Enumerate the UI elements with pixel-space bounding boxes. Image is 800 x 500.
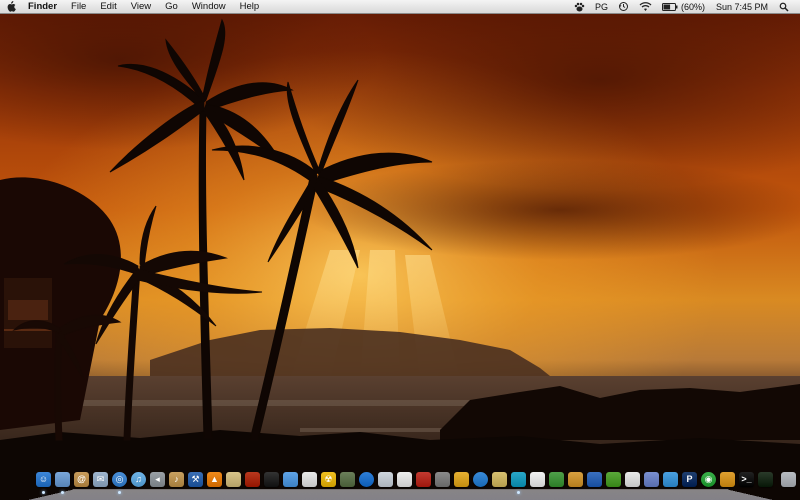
xcode-glyph: ⚒	[191, 474, 200, 484]
menu-clock[interactable]: Sun 7:45 PM	[710, 0, 774, 14]
vlc-glyph: ▲	[210, 474, 219, 484]
dock-item-earth-icon[interactable]	[473, 472, 488, 487]
contacts-glyph: @	[77, 474, 86, 484]
dock-item-document-icon[interactable]	[530, 472, 545, 487]
battery-percent: (60%)	[680, 1, 705, 12]
dock-item-cube-icon[interactable]	[587, 472, 602, 487]
dock-item-vlc-icon[interactable]: ▲	[207, 472, 222, 487]
dock-shelf	[28, 489, 773, 500]
itunes-glyph: ♫	[135, 474, 142, 484]
battery-icon	[661, 2, 678, 11]
finder-glyph: ☺	[38, 474, 49, 484]
battery-status[interactable]: (60%)	[657, 0, 710, 14]
dock-item-preview-icon[interactable]	[55, 472, 70, 494]
terminal-glyph: >_	[741, 474, 752, 484]
dock-item-book-icon[interactable]	[416, 472, 431, 487]
dock-item-clapboard-icon[interactable]	[264, 472, 279, 487]
menu-bar: Finder File Edit View Go Window Help PG	[0, 0, 800, 14]
dock-item-speaker-icon[interactable]: ◂	[150, 472, 165, 487]
dock-item-finder-icon[interactable]: ☺	[36, 472, 51, 494]
desktop: Finder File Edit View Go Window Help PG	[0, 0, 800, 500]
mail-glyph: ✉	[96, 474, 105, 484]
running-indicator	[118, 491, 121, 494]
dock-item-arrow-icon[interactable]	[720, 472, 735, 487]
dock-item-chrome-icon[interactable]	[302, 472, 317, 487]
safari-glyph: ◎	[115, 474, 124, 484]
wifi-icon[interactable]	[634, 0, 657, 14]
dock-item-pen-icon[interactable]	[511, 472, 526, 494]
dock-item-imovie-icon[interactable]	[283, 472, 298, 487]
menu-bar-left: Finder File Edit View Go Window Help	[0, 0, 266, 13]
radiation-glyph: ☢	[324, 474, 333, 484]
running-indicator	[42, 491, 45, 494]
apple-logo-icon[interactable]	[0, 0, 22, 14]
running-indicator	[61, 491, 64, 494]
dock-item-photos-icon[interactable]	[378, 472, 393, 487]
dock-item-utility-icon[interactable]	[340, 472, 355, 487]
dock: ☺ @ ✉ ◎ ♫ ◂ ♪ ⚒ ▲ ☢ P ◉ >_	[28, 470, 796, 500]
menu-view[interactable]: View	[124, 0, 158, 14]
dock-item-dictionary-icon[interactable]	[359, 472, 374, 487]
time-machine-icon[interactable]	[613, 0, 634, 14]
dock-item-palette-icon[interactable]	[492, 472, 507, 487]
dock-item-paper-icon[interactable]	[625, 472, 640, 487]
dock-item-grass-icon[interactable]	[606, 472, 621, 487]
dock-item-itunes-icon[interactable]: ♫	[131, 472, 146, 487]
paw-icon[interactable]	[569, 0, 590, 14]
green-circle-glyph: ◉	[704, 474, 713, 484]
dock-item-textedit-icon[interactable]	[397, 472, 412, 487]
dock-item-trash-icon[interactable]	[781, 472, 796, 487]
dock-item-contacts-icon[interactable]: @	[74, 472, 89, 487]
input-source-indicator[interactable]: PG	[590, 0, 613, 14]
dock-item-blocks-icon[interactable]	[663, 472, 678, 487]
dock-item-xcode-icon[interactable]: ⚒	[188, 472, 203, 487]
garageband-glyph: ♪	[174, 474, 179, 484]
spotlight-icon[interactable]	[774, 0, 794, 14]
menu-bar-status: PG (60%) Sun 7:45 PM	[569, 0, 800, 13]
dock-item-wrench-icon[interactable]	[435, 472, 450, 487]
dock-item-terminal-icon[interactable]: >_	[739, 472, 754, 487]
menu-app-name[interactable]: Finder	[22, 0, 64, 14]
dock-item-paint-icon[interactable]	[568, 472, 583, 487]
p-app-glyph: P	[686, 474, 693, 484]
speaker-glyph: ◂	[155, 474, 160, 484]
dock-item-safari-icon[interactable]: ◎	[112, 472, 127, 494]
dock-item-p-app-icon[interactable]: P	[682, 472, 697, 487]
menu-window[interactable]: Window	[185, 0, 233, 14]
dock-item-bird-icon[interactable]	[549, 472, 564, 487]
dock-item-green-circle-icon[interactable]: ◉	[701, 472, 716, 487]
dock-item-activity-monitor-icon[interactable]	[758, 472, 773, 487]
dock-item-crayons-icon[interactable]	[454, 472, 469, 487]
dock-item-notes-icon[interactable]	[226, 472, 241, 487]
menu-edit[interactable]: Edit	[93, 0, 123, 14]
dock-item-mail-icon[interactable]: ✉	[93, 472, 108, 487]
dock-item-garageband-icon[interactable]: ♪	[169, 472, 184, 487]
menu-go[interactable]: Go	[158, 0, 185, 14]
dock-item-brush-icon[interactable]	[644, 472, 659, 487]
menu-help[interactable]: Help	[233, 0, 267, 14]
dock-item-radiation-icon[interactable]: ☢	[321, 472, 336, 487]
dock-item-photo-booth-icon[interactable]	[245, 472, 260, 487]
menu-file[interactable]: File	[64, 0, 93, 14]
dock-icons: ☺ @ ✉ ◎ ♫ ◂ ♪ ⚒ ▲ ☢ P ◉ >_	[36, 472, 800, 494]
desktop-wallpaper	[0, 0, 800, 500]
running-indicator	[517, 491, 520, 494]
